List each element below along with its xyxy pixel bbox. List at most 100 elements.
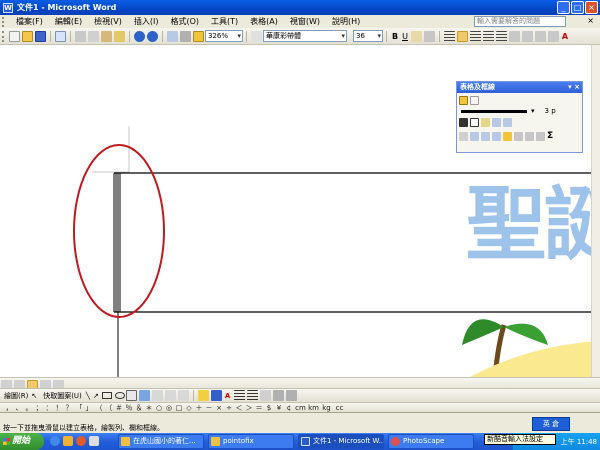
distribute-columns-icon[interactable] [492, 131, 501, 141]
copy-icon[interactable] [88, 30, 99, 42]
symbol-button[interactable]: ？ [64, 403, 74, 413]
symbol-button[interactable]: 〔 [104, 403, 114, 413]
symbol-button[interactable]: ！ [54, 403, 64, 413]
line-spacing-icon[interactable] [509, 30, 520, 42]
line-color-icon[interactable] [210, 390, 222, 401]
open-folder-icon[interactable] [22, 30, 33, 42]
ie-quicklaunch-icon[interactable] [50, 436, 60, 446]
menu-view[interactable]: 檢視(V) [88, 16, 128, 27]
symbol-button[interactable]: ＊ [144, 403, 154, 413]
draw-menu[interactable]: 繪圖(R) [4, 391, 28, 401]
insert-table-icon[interactable] [167, 30, 178, 42]
merge-cells-icon[interactable] [492, 117, 501, 127]
split-cells-icon[interactable] [503, 117, 512, 127]
draw-table-pencil-icon[interactable] [459, 95, 468, 105]
menu-grip-icon[interactable] [2, 16, 8, 27]
symbol-button[interactable]: □ [174, 404, 184, 412]
symbol-button[interactable]: ＝ [254, 403, 264, 413]
align-left-icon[interactable] [444, 30, 455, 42]
character-scaling-icon[interactable] [424, 30, 435, 42]
shadow-icon[interactable] [273, 390, 285, 401]
rectangle-icon[interactable] [101, 392, 112, 399]
symbol-button[interactable]: cc [333, 404, 346, 412]
arrow-style-icon[interactable] [260, 390, 272, 401]
insert-table-icon[interactable] [459, 131, 468, 141]
columns-icon[interactable] [180, 30, 191, 42]
align-right-icon[interactable] [470, 30, 481, 42]
symbol-button[interactable]: ； [34, 403, 44, 413]
paste-icon[interactable] [101, 30, 112, 42]
symbol-button[interactable]: 」 [84, 403, 94, 413]
task-folder[interactable]: 在虎山國小的著仁... [118, 434, 204, 449]
format-painter-icon[interactable] [114, 30, 125, 42]
line-style-dropdown-icon[interactable]: ▾ [531, 107, 535, 115]
numbering-icon[interactable] [522, 30, 533, 42]
show-hide-icon[interactable] [193, 30, 204, 42]
symbol-button[interactable]: ＜ [234, 403, 244, 413]
text-direction-icon[interactable] [514, 131, 523, 141]
line-style-combo[interactable] [461, 109, 527, 113]
autosum-icon[interactable]: Σ [547, 131, 553, 141]
bold-button[interactable]: B [390, 32, 400, 41]
task-pointofix[interactable]: pointofix [208, 434, 294, 449]
autoshapes-menu[interactable]: 快取圖案(U) [43, 391, 82, 401]
line-icon[interactable]: ╲ [86, 392, 90, 400]
symbol-button[interactable]: － [204, 403, 214, 413]
save-icon[interactable] [35, 30, 46, 42]
start-button[interactable]: 開始 [0, 433, 44, 450]
bullets-icon[interactable] [535, 30, 546, 42]
sort-ascending-icon[interactable] [525, 131, 534, 141]
diagram-icon[interactable] [151, 390, 163, 401]
font-name-combo[interactable]: 華康彩帶體 [263, 30, 347, 42]
arrow-icon[interactable]: ↗ [93, 392, 99, 400]
symbol-button[interactable]: km [307, 404, 320, 412]
task-photoscape[interactable]: PhotoScape [388, 434, 474, 449]
symbol-button[interactable]: （ [94, 403, 104, 413]
undo-icon[interactable] [134, 30, 145, 42]
symbol-button[interactable]: 、 [14, 403, 24, 413]
symbol-button[interactable]: ÷ [224, 404, 234, 412]
align-cell-icon[interactable] [470, 131, 479, 141]
border-color-icon[interactable] [459, 117, 468, 127]
tables-borders-title[interactable]: 表格及框線 ▾ × [457, 82, 582, 93]
distributed-icon[interactable] [496, 30, 507, 42]
symbol-button[interactable]: $ [264, 404, 274, 412]
help-question-input[interactable]: 輸入需要解答的問題 [474, 16, 566, 27]
outside-border-icon[interactable] [470, 117, 479, 127]
symbol-button[interactable]: ＆ [134, 403, 144, 413]
align-center-icon[interactable] [457, 30, 468, 42]
shading-color-icon[interactable] [481, 117, 490, 127]
folder-quicklaunch-icon[interactable] [63, 436, 73, 446]
document-close-icon[interactable]: × [587, 16, 594, 25]
ime-indicator[interactable]: 英 倉 [532, 417, 570, 431]
symbol-button[interactable]: 。 [24, 403, 34, 413]
symbol-button[interactable]: ◇ [184, 404, 194, 412]
toolbar-grip-icon[interactable] [2, 30, 6, 42]
minimize-button[interactable]: _ [557, 1, 570, 14]
textbox-icon[interactable] [125, 390, 137, 401]
symbol-button[interactable]: ¥ [274, 404, 284, 412]
clipart-icon[interactable] [164, 390, 176, 401]
justify-icon[interactable] [483, 30, 494, 42]
toolbar-close-icon[interactable]: ▾ × [568, 82, 580, 93]
print-preview-icon[interactable] [55, 30, 66, 42]
symbol-button[interactable]: ， [4, 403, 14, 413]
menu-table[interactable]: 表格(A) [244, 16, 284, 27]
menu-edit[interactable]: 編輯(E) [49, 16, 88, 27]
zoom-combo[interactable]: 326% [205, 30, 243, 42]
symbol-button[interactable]: ＃ [114, 403, 124, 413]
style-icon[interactable] [251, 30, 262, 42]
symbol-button[interactable]: ＋ [194, 403, 204, 413]
symbol-button[interactable]: ＞ [244, 403, 254, 413]
task-word[interactable]: 文件1 - Microsoft W... [298, 434, 384, 449]
symbol-button[interactable]: ： [44, 403, 54, 413]
table-autoformat-icon[interactable] [503, 131, 512, 141]
symbol-button[interactable]: ○ [154, 404, 164, 412]
line-weight-combo[interactable]: 3 p [545, 107, 556, 115]
oval-icon[interactable] [114, 392, 125, 399]
dash-style-icon[interactable] [247, 390, 259, 401]
font-color-icon[interactable]: A [225, 392, 230, 400]
symbol-button[interactable]: × [214, 404, 224, 412]
sort-descending-icon[interactable] [536, 131, 545, 141]
distribute-rows-icon[interactable] [481, 131, 490, 141]
